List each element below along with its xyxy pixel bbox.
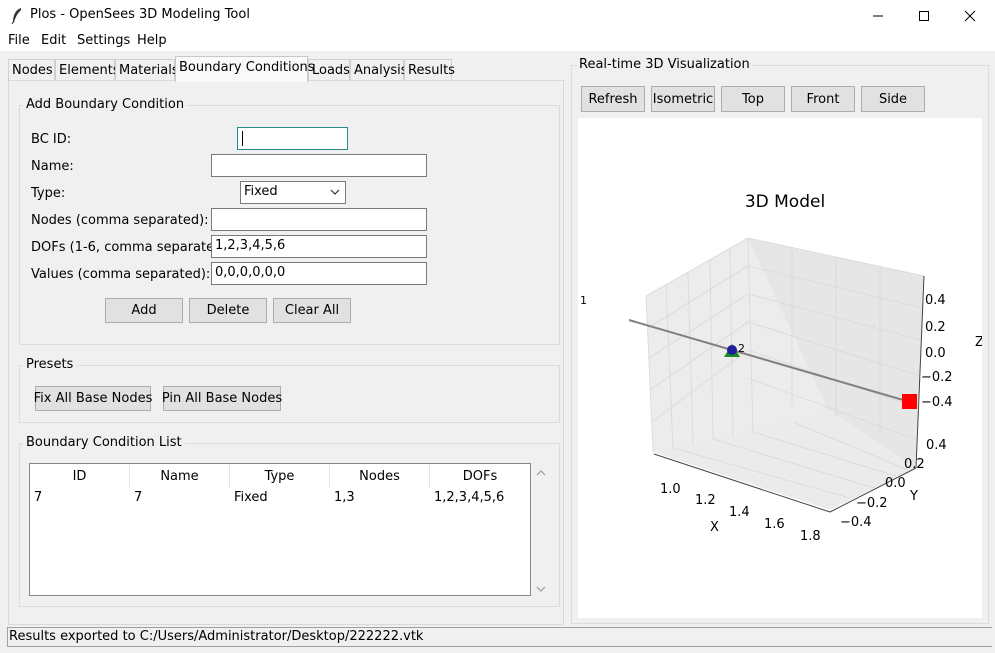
type-label: Type: bbox=[31, 186, 66, 201]
top-view-button[interactable]: Top bbox=[721, 86, 785, 112]
table-row[interactable]: 7 7 Fixed 1,3 1,2,3,4,5,6 bbox=[30, 488, 530, 508]
status-message: Results exported to C:/Users/Administrat… bbox=[7, 627, 992, 647]
column-header-id[interactable]: ID bbox=[30, 464, 130, 488]
menu-file[interactable]: File bbox=[8, 33, 30, 48]
menu-bar: File Edit Settings Help bbox=[0, 31, 995, 51]
chevron-down-icon bbox=[330, 189, 340, 195]
close-button[interactable] bbox=[947, 0, 993, 31]
title-bar: Plos - OpenSees 3D Modeling Tool bbox=[0, 0, 995, 31]
y-tick-label: 0.2 bbox=[904, 457, 925, 472]
x-tick-label: 1.8 bbox=[800, 529, 821, 544]
scroll-down-icon[interactable] bbox=[535, 583, 547, 595]
front-view-button[interactable]: Front bbox=[791, 86, 855, 112]
z-tick-label: 0.2 bbox=[925, 320, 946, 335]
cell-name: 7 bbox=[134, 490, 143, 505]
node-2-marker bbox=[727, 345, 737, 355]
column-header-nodes[interactable]: Nodes bbox=[330, 464, 430, 488]
close-icon bbox=[964, 10, 976, 21]
status-bar: Results exported to C:/Users/Administrat… bbox=[0, 625, 995, 653]
name-input[interactable] bbox=[211, 154, 427, 177]
maximize-icon bbox=[919, 10, 929, 21]
tab-materials[interactable]: Materials bbox=[115, 59, 179, 81]
menu-help[interactable]: Help bbox=[137, 33, 167, 48]
clear-all-button[interactable]: Clear All bbox=[273, 298, 351, 323]
delete-button[interactable]: Delete bbox=[189, 298, 267, 323]
feather-icon bbox=[11, 8, 21, 24]
bc-list-group-title: Boundary Condition List bbox=[23, 435, 185, 450]
cell-dofs: 1,2,3,4,5,6 bbox=[434, 490, 505, 505]
side-view-button[interactable]: Side bbox=[861, 86, 925, 112]
tab-analysis[interactable]: Analysis bbox=[350, 59, 408, 81]
column-header-name[interactable]: Name bbox=[130, 464, 230, 488]
x-tick-label: 1.0 bbox=[660, 482, 681, 497]
type-combobox[interactable]: Fixed bbox=[240, 181, 346, 204]
tab-boundary-conditions[interactable]: Boundary Conditions bbox=[175, 56, 315, 82]
nodes-label: Nodes (comma separated): bbox=[31, 213, 209, 228]
3d-plot-canvas[interactable]: 3D Model 1 2 0.4 0.2 0.0 −0.2 −0.4 Z 0.4… bbox=[578, 118, 984, 618]
values-input[interactable]: 0,0,0,0,0,0 bbox=[211, 262, 427, 285]
x-tick-label: 1.6 bbox=[764, 517, 785, 532]
bc-marker bbox=[902, 394, 917, 409]
cell-id: 7 bbox=[34, 490, 43, 505]
x-tick-label: 1.2 bbox=[695, 493, 716, 508]
column-header-dofs[interactable]: DOFs bbox=[430, 464, 530, 488]
isometric-button[interactable]: Isometric bbox=[651, 86, 715, 112]
z-tick-label: 0.0 bbox=[925, 346, 946, 361]
bc-id-input[interactable] bbox=[237, 127, 348, 150]
tab-results[interactable]: Results bbox=[404, 59, 455, 81]
pin-all-base-nodes-button[interactable]: Pin All Base Nodes bbox=[162, 386, 282, 411]
dofs-label: DOFs (1-6, comma separated): bbox=[31, 240, 232, 255]
x-axis-label: X bbox=[710, 520, 719, 535]
z-tick-label: −0.2 bbox=[921, 370, 953, 385]
type-selected-value: Fixed bbox=[244, 184, 278, 199]
tab-nodes[interactable]: Nodes bbox=[8, 59, 55, 81]
fix-all-base-nodes-button[interactable]: Fix All Base Nodes bbox=[34, 386, 152, 411]
y-axis-label: Y bbox=[909, 489, 918, 504]
z-tick-label: −0.4 bbox=[921, 395, 953, 410]
node-label-1: 1 bbox=[580, 294, 587, 307]
cell-nodes: 1,3 bbox=[334, 490, 355, 505]
values-label: Values (comma separated): bbox=[31, 267, 211, 282]
z-tick-label: 0.4 bbox=[925, 293, 946, 308]
node-label-2: 2 bbox=[738, 342, 745, 355]
refresh-button[interactable]: Refresh bbox=[581, 86, 645, 112]
scroll-up-icon[interactable] bbox=[535, 467, 547, 479]
add-button[interactable]: Add bbox=[105, 298, 183, 323]
z-axis-label: Z bbox=[975, 335, 982, 350]
dofs-input[interactable]: 1,2,3,4,5,6 bbox=[211, 235, 427, 258]
minimize-icon bbox=[873, 15, 883, 16]
y-tick-label: −0.2 bbox=[856, 496, 888, 511]
menu-settings[interactable]: Settings bbox=[77, 33, 130, 48]
y-tick-label: 0.4 bbox=[926, 438, 947, 453]
main-content: Nodes Elements Materials Boundary Condit… bbox=[0, 51, 995, 625]
menu-edit[interactable]: Edit bbox=[41, 33, 66, 48]
x-tick-label: 1.4 bbox=[729, 505, 750, 520]
y-tick-label: −0.4 bbox=[840, 515, 872, 530]
cell-type: Fixed bbox=[234, 490, 268, 505]
chart-title: 3D Model bbox=[745, 192, 825, 212]
y-tick-label: 0.0 bbox=[885, 476, 906, 491]
nodes-input[interactable] bbox=[211, 208, 427, 231]
maximize-button[interactable] bbox=[901, 0, 947, 31]
add-bc-group-title: Add Boundary Condition bbox=[23, 97, 188, 112]
text-caret bbox=[242, 131, 243, 146]
minimize-button[interactable] bbox=[855, 0, 901, 31]
name-label: Name: bbox=[31, 159, 74, 174]
visualization-group-title: Real-time 3D Visualization bbox=[577, 57, 752, 72]
boundary-conditions-panel: Add Boundary Condition BC ID: Name: Type… bbox=[8, 80, 564, 625]
tab-elements[interactable]: Elements bbox=[55, 59, 120, 81]
presets-group-title: Presets bbox=[23, 357, 77, 372]
column-header-type[interactable]: Type bbox=[230, 464, 330, 488]
bc-table[interactable]: ID Name Type Nodes DOFs 7 7 Fixed 1,3 1,… bbox=[29, 463, 531, 596]
3d-plot-svg[interactable]: 3D Model 1 2 0.4 0.2 0.0 −0.2 −0.4 Z 0.4… bbox=[578, 118, 984, 618]
window-title: Plos - OpenSees 3D Modeling Tool bbox=[30, 7, 250, 22]
bc-id-label: BC ID: bbox=[31, 132, 72, 147]
